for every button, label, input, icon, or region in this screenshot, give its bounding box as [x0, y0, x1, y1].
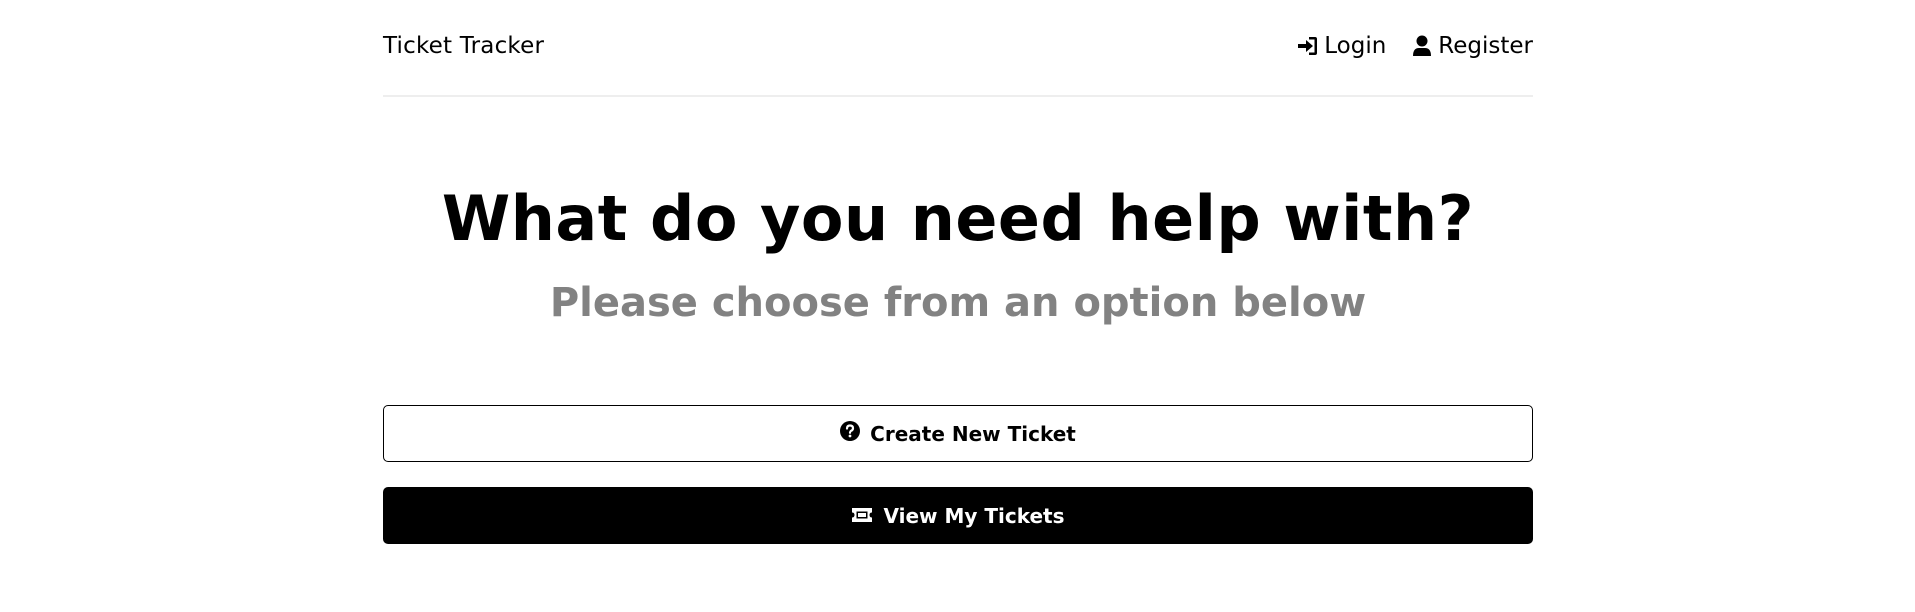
login-link[interactable]: Login: [1296, 33, 1386, 59]
create-ticket-button[interactable]: Create New Ticket: [383, 405, 1533, 462]
view-tickets-label: View My Tickets: [883, 503, 1065, 528]
register-label: Register: [1438, 32, 1533, 59]
user-icon: [1412, 35, 1432, 57]
brand-link[interactable]: Ticket Tracker: [383, 33, 544, 59]
top-header: Ticket Tracker Login Register: [383, 0, 1533, 97]
sign-in-icon: [1296, 36, 1318, 56]
view-tickets-button[interactable]: View My Tickets: [383, 487, 1533, 544]
hero-section: What do you need help with? Please choos…: [383, 182, 1533, 327]
page-subtitle: Please choose from an option below: [549, 280, 1367, 327]
top-nav: Login Register: [1296, 33, 1533, 59]
create-ticket-label: Create New Ticket: [870, 421, 1076, 446]
register-link[interactable]: Register: [1412, 33, 1533, 59]
page-title: What do you need help with?: [441, 182, 1475, 255]
login-label: Login: [1324, 32, 1387, 59]
page-container: Ticket Tracker Login Register What do yo…: [383, 0, 1533, 544]
question-circle-icon: [840, 421, 861, 446]
ticket-icon: [851, 504, 873, 528]
